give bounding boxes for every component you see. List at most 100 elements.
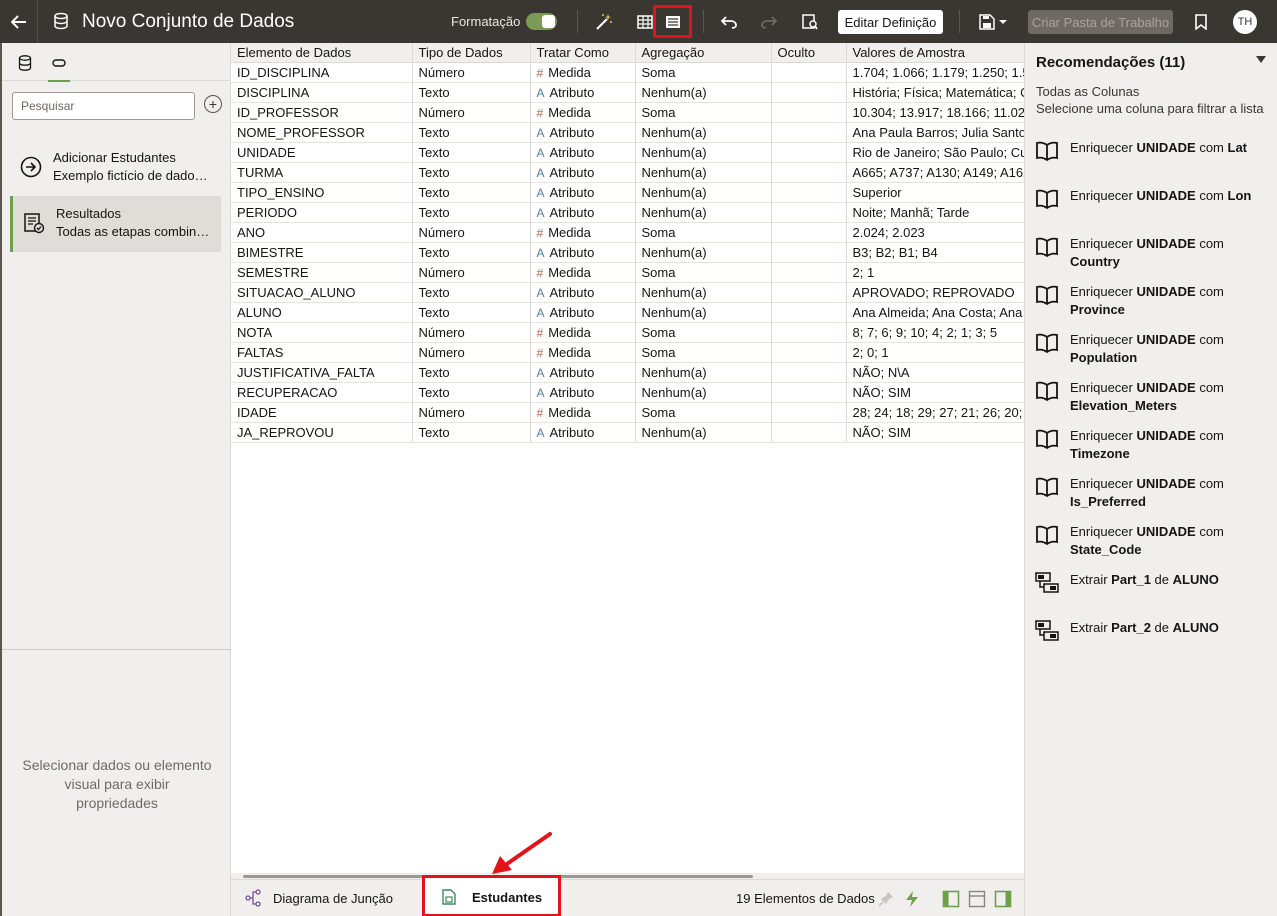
table-cell[interactable]: Nenhum(a) — [635, 202, 772, 223]
table-cell[interactable]: B3; B2; B1; B4 — [846, 242, 1024, 263]
table-cell[interactable]: Nenhum(a) — [635, 302, 772, 323]
table-cell[interactable]: # Medida — [530, 322, 636, 343]
table-cell[interactable]: A Atributo — [530, 282, 636, 303]
table-cell[interactable]: Nenhum(a) — [635, 82, 772, 103]
table-cell[interactable]: NÃO; N\A — [846, 362, 1024, 383]
table-cell[interactable]: RECUPERACAO — [231, 382, 413, 403]
table-cell[interactable]: Soma — [635, 62, 772, 83]
table-row[interactable]: SEMESTRE Número # Medida Soma 2; 1 — [231, 262, 1024, 283]
table-cell[interactable]: 8; 7; 6; 9; 10; 4; 2; 1; 3; 5 — [846, 322, 1024, 343]
table-row[interactable]: TIPO_ENSINO Texto A Atributo Nenhum(a) Superi… — [231, 182, 1024, 203]
table-cell[interactable]: Nenhum(a) — [635, 122, 772, 143]
table-row[interactable]: NOTA Número # Medida Soma 8; 7; 6; 9; 10; 4; … — [231, 322, 1024, 343]
table-cell[interactable]: BIMESTRE — [231, 242, 413, 263]
table-cell[interactable] — [771, 302, 847, 323]
preview-icon[interactable] — [798, 10, 822, 34]
table-row[interactable]: BIMESTRE Texto A Atributo Nenhum(a) B3; B2; B… — [231, 242, 1024, 263]
table-row[interactable]: JUSTIFICATIVA_FALTA Texto A Atributo Nenhum(… — [231, 362, 1024, 383]
user-avatar[interactable]: TH — [1233, 10, 1257, 34]
data-tab[interactable] — [14, 52, 36, 74]
table-cell[interactable]: # Medida — [530, 102, 636, 123]
table-cell[interactable] — [771, 282, 847, 303]
table-cell[interactable]: # Medida — [530, 342, 636, 363]
table-cell[interactable]: TURMA — [231, 162, 413, 183]
pin-icon[interactable] — [877, 890, 895, 908]
table-row[interactable]: DISCIPLINA Texto A Atributo Nenhum(a) Históri… — [231, 82, 1024, 103]
table-cell[interactable]: A Atributo — [530, 382, 636, 403]
column-header[interactable]: Agregação — [635, 43, 772, 63]
table-cell[interactable]: # Medida — [530, 262, 636, 283]
table-row[interactable]: RECUPERACAO Texto A Atributo Nenhum(a) NÃO; S… — [231, 382, 1024, 403]
magic-wand-icon[interactable] — [592, 10, 616, 34]
table-cell[interactable]: JA_REPROVOU — [231, 422, 413, 443]
column-header[interactable]: Tratar Como — [530, 43, 636, 63]
format-toggle[interactable] — [526, 13, 557, 30]
table-cell[interactable]: ANO — [231, 222, 413, 243]
table-cell[interactable]: Texto — [412, 202, 531, 223]
table-cell[interactable]: ALUNO — [231, 302, 413, 323]
bookmark-icon[interactable] — [1189, 10, 1213, 34]
table-cell[interactable]: Número — [412, 62, 531, 83]
table-row[interactable]: IDADE Número # Medida Soma 28; 24; 18; 29; 27… — [231, 402, 1024, 423]
table-cell[interactable] — [771, 382, 847, 403]
table-cell[interactable]: A Atributo — [530, 202, 636, 223]
table-cell[interactable]: Texto — [412, 122, 531, 143]
table-cell[interactable]: Ana Almeida; Ana Costa; Ana L — [846, 302, 1024, 323]
table-cell[interactable]: Texto — [412, 362, 531, 383]
table-cell[interactable]: 2.024; 2.023 — [846, 222, 1024, 243]
table-cell[interactable]: A Atributo — [530, 362, 636, 383]
back-button[interactable] — [0, 0, 38, 43]
column-header[interactable]: Valores de Amostra — [846, 43, 1024, 63]
steps-tab[interactable] — [48, 52, 70, 82]
table-cell[interactable]: A Atributo — [530, 182, 636, 203]
table-cell[interactable]: # Medida — [530, 222, 636, 243]
table-row[interactable]: JA_REPROVOU Texto A Atributo Nenhum(a) NÃO; S… — [231, 422, 1024, 443]
table-row[interactable]: ID_DISCIPLINA Número # Medida Soma 1.704; 1.0… — [231, 62, 1024, 83]
table-cell[interactable]: Soma — [635, 342, 772, 363]
table-cell[interactable]: Texto — [412, 242, 531, 263]
table-cell[interactable] — [771, 222, 847, 243]
table-row[interactable]: ID_PROFESSOR Número # Medida Soma 10.304; 13.… — [231, 102, 1024, 123]
table-cell[interactable]: DISCIPLINA — [231, 82, 413, 103]
left-panel-toggle-icon[interactable] — [942, 890, 960, 908]
search-input[interactable]: Pesquisar — [12, 92, 195, 120]
table-cell[interactable]: A Atributo — [530, 122, 636, 143]
table-cell[interactable]: NÃO; SIM — [846, 422, 1024, 443]
table-cell[interactable]: Ana Paula Barros; Julia Santos ... — [846, 122, 1024, 143]
table-cell[interactable]: ID_PROFESSOR — [231, 102, 413, 123]
redo-icon[interactable] — [757, 10, 781, 34]
table-cell[interactable] — [771, 342, 847, 363]
table-cell[interactable]: Número — [412, 342, 531, 363]
table-cell[interactable]: Nenhum(a) — [635, 282, 772, 303]
table-cell[interactable]: A Atributo — [530, 422, 636, 443]
table-cell[interactable]: A Atributo — [530, 82, 636, 103]
table-cell[interactable] — [771, 162, 847, 183]
table-row[interactable]: ANO Número # Medida Soma 2.024; 2.023 — [231, 222, 1024, 243]
table-cell[interactable]: Número — [412, 402, 531, 423]
table-cell[interactable]: APROVADO; REPROVADO — [846, 282, 1024, 303]
table-cell[interactable]: NÃO; SIM — [846, 382, 1024, 403]
table-cell[interactable]: 10.304; 13.917; 18.166; 11.020 — [846, 102, 1024, 123]
table-cell[interactable]: A Atributo — [530, 162, 636, 183]
table-cell[interactable]: Texto — [412, 182, 531, 203]
table-cell[interactable] — [771, 142, 847, 163]
table-cell[interactable]: A Atributo — [530, 142, 636, 163]
create-workbook-button[interactable]: Criar Pasta de Trabalho — [1028, 10, 1173, 34]
table-cell[interactable]: Nenhum(a) — [635, 162, 772, 183]
tab-students[interactable]: Estudantes — [422, 875, 561, 916]
table-cell[interactable]: Soma — [635, 322, 772, 343]
table-cell[interactable] — [771, 322, 847, 343]
table-row[interactable]: NOME_PROFESSOR Texto A Atributo Nenhum(a) Ana… — [231, 122, 1024, 143]
table-cell[interactable]: Texto — [412, 302, 531, 323]
table-cell[interactable]: A Atributo — [530, 302, 636, 323]
table-cell[interactable]: 2; 1 — [846, 262, 1024, 283]
table-row[interactable]: SITUACAO_ALUNO Texto A Atributo Nenhum(a) APR… — [231, 282, 1024, 303]
table-cell[interactable]: Número — [412, 322, 531, 343]
tab-join-diagram[interactable]: Diagrama de Junção — [245, 889, 393, 907]
table-cell[interactable]: Texto — [412, 382, 531, 403]
table-cell[interactable]: SITUACAO_ALUNO — [231, 282, 413, 303]
table-cell[interactable] — [771, 402, 847, 423]
table-cell[interactable]: IDADE — [231, 402, 413, 423]
table-cell[interactable]: # Medida — [530, 402, 636, 423]
table-cell[interactable]: Nenhum(a) — [635, 242, 772, 263]
